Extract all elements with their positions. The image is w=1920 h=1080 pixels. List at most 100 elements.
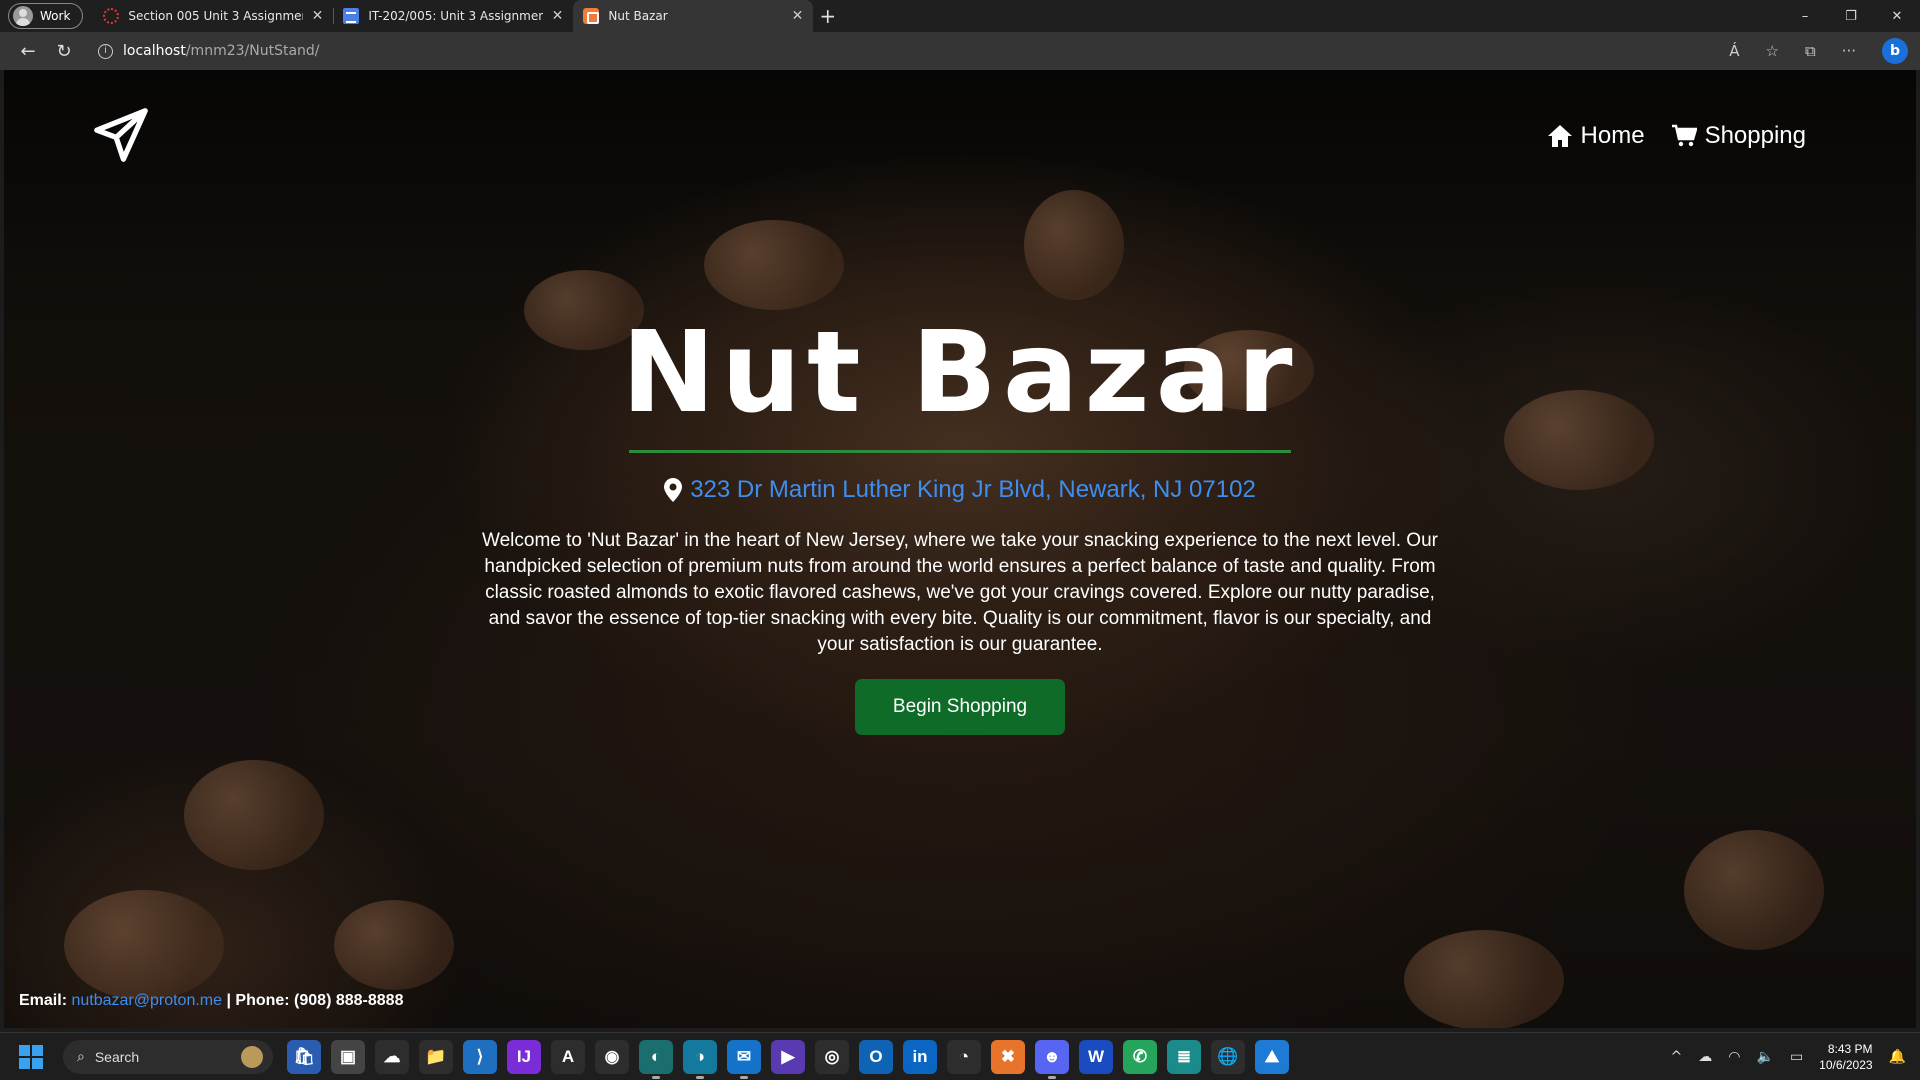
address-link[interactable]: 323 Dr Martin Luther King Jr Blvd, Newar… <box>664 476 1256 504</box>
top-nav: Home Shopping <box>1547 122 1806 150</box>
taskbar-search[interactable]: ⌕ Search <box>63 1039 273 1074</box>
nav-shopping-label: Shopping <box>1704 122 1806 149</box>
more-menu-icon[interactable]: ··· <box>1842 42 1856 60</box>
volume-icon[interactable]: 🔈 <box>1757 1049 1774 1065</box>
avatar-icon <box>13 6 33 26</box>
edge-beta-icon[interactable]: ◐ <box>639 1039 673 1079</box>
weather-icon[interactable]: ☁ <box>375 1039 409 1074</box>
edge-icon[interactable]: ◑ <box>683 1039 717 1079</box>
tab-title: IT-202/005: Unit 3 Assignment: N <box>368 9 543 23</box>
tab-it-202[interactable]: IT-202/005: Unit 3 Assignment: N ✕ <box>333 0 573 32</box>
github-icon[interactable]: ◔ <box>947 1039 981 1074</box>
background-nut <box>704 220 844 310</box>
clock-time: 8:43 PM <box>1827 1041 1873 1056</box>
begin-shopping-button[interactable]: Begin Shopping <box>855 679 1065 735</box>
minimize-button[interactable]: – <box>1782 9 1828 24</box>
favorite-star-icon[interactable]: ☆ <box>1766 42 1779 60</box>
tab-title: Section 005 Unit 3 Assignment <box>128 9 303 23</box>
nav-home-label: Home <box>1580 122 1645 149</box>
notification-bell-icon[interactable]: 🔔 <box>1889 1049 1906 1065</box>
background-nut <box>184 760 324 870</box>
profile-label: Work <box>40 9 71 23</box>
toolbar-actions: Á ☆ ⧉ ··· b <box>1729 38 1920 64</box>
chrome-dev-icon[interactable]: ◉ <box>595 1039 629 1074</box>
home-icon <box>1547 125 1572 147</box>
webstorm-icon[interactable]: W <box>1079 1039 1113 1074</box>
new-tab-button[interactable]: + <box>819 4 836 28</box>
contact-footer: Email: nutbazar@proton.me | Phone: (908)… <box>19 992 403 1010</box>
site-info-icon[interactable]: i <box>98 43 113 59</box>
close-window-button[interactable]: ✕ <box>1874 9 1920 24</box>
read-aloud-icon[interactable]: Á <box>1729 42 1739 60</box>
email-label: Email: <box>19 992 68 1009</box>
url-field[interactable]: i localhost/mnm23/NutStand/ <box>98 43 320 59</box>
start-button[interactable] <box>19 1044 43 1069</box>
photos-icon[interactable]: ⛰ <box>1255 1039 1289 1074</box>
tray-overflow-icon[interactable]: ^ <box>1671 1049 1683 1065</box>
search-icon: ⌕ <box>77 1048 85 1064</box>
notepad-icon[interactable]: ≣ <box>1167 1039 1201 1074</box>
file-explorer-icon[interactable]: 📁 <box>419 1039 453 1074</box>
jetbrains-icon[interactable]: IJ <box>507 1039 541 1074</box>
background-nut <box>64 890 224 1000</box>
docs-icon <box>343 8 360 24</box>
search-label: Search <box>94 1048 140 1065</box>
paper-plane-logo-icon[interactable] <box>92 106 150 164</box>
browser-tab-bar: Work Section 005 Unit 3 Assignment ✕ IT-… <box>0 0 1920 32</box>
red-spinner-icon <box>103 8 120 24</box>
outlook-icon[interactable]: O <box>859 1039 893 1074</box>
xampp-icon[interactable]: ✖ <box>991 1039 1025 1074</box>
system-tray: ^ ☁ ◠ 🔈 ▭ 8:43 PM 10/6/2023 🔔 <box>1671 1041 1920 1073</box>
window-controls: – ❐ ✕ <box>1782 9 1920 24</box>
address-bar: ← ↻ i localhost/mnm23/NutStand/ Á ☆ ⧉ ·… <box>0 32 1920 70</box>
close-tab-icon[interactable]: ✕ <box>552 8 564 24</box>
background-nut <box>334 900 454 990</box>
linkedin-icon[interactable]: in <box>903 1039 937 1074</box>
onedrive-icon[interactable]: ☁ <box>1698 1049 1712 1065</box>
copilot-icon[interactable]: b <box>1882 38 1908 64</box>
title-divider <box>629 450 1291 453</box>
search-highlight-icon <box>241 1045 263 1068</box>
site-title: Nut Bazar <box>621 308 1299 438</box>
media-icon[interactable]: ▶ <box>771 1039 805 1074</box>
clock[interactable]: 8:43 PM 10/6/2023 <box>1819 1041 1872 1073</box>
wifi-icon[interactable]: ◠ <box>1728 1049 1740 1065</box>
web-page: Home Shopping Nut Bazar 323 Dr Martin Lu… <box>4 70 1916 1028</box>
globe-icon[interactable]: 🌐 <box>1211 1039 1245 1074</box>
extensions-icon[interactable]: ⧉ <box>1805 42 1816 60</box>
whatsapp-icon[interactable]: ✆ <box>1123 1039 1157 1074</box>
back-arrow-icon[interactable]: ← <box>10 41 46 62</box>
nav-home-link[interactable]: Home <box>1547 122 1645 150</box>
discord-icon[interactable]: ☻ <box>1035 1039 1069 1079</box>
refresh-icon[interactable]: ↻ <box>46 41 82 62</box>
tab-nut-bazar[interactable]: Nut Bazar ✕ <box>573 0 814 32</box>
shopping-cart-icon <box>1671 124 1697 147</box>
background-nut <box>1024 190 1124 300</box>
welcome-paragraph: Welcome to 'Nut Bazar' in the heart of N… <box>482 530 1438 655</box>
url-path: /mnm23/NutStand/ <box>185 43 320 59</box>
email-link[interactable]: nutbazar@proton.me <box>71 992 222 1009</box>
tab-section-005[interactable]: Section 005 Unit 3 Assignment ✕ <box>93 0 333 32</box>
close-tab-icon[interactable]: ✕ <box>792 8 804 24</box>
pinned-apps: 🛍 ▣ ☁ 📁 ⟩ IJ A ◉ ◐ ◑ ✉ ▶ ◎ Oin ◔ ✖ ☻ W ✆ ≣ 🌐 ⛰ <box>287 1039 1289 1079</box>
windows-taskbar: ⌕ Search 🛍 ▣ ☁ 📁 ⟩ IJ A ◉ ◐ ◑ ✉ ▶ ◎ Oin ◔ ✖ ☻ W ✆ ≣ 🌐 ⛰ ^ ☁ ◠… <box>0 1032 1920 1080</box>
chrome-icon[interactable]: ◎ <box>815 1039 849 1074</box>
mail-icon[interactable]: ✉ <box>727 1039 761 1079</box>
nav-shopping-link[interactable]: Shopping <box>1671 122 1806 150</box>
battery-icon[interactable]: ▭ <box>1790 1049 1803 1065</box>
profile-button[interactable]: Work <box>8 3 84 29</box>
address-text: 323 Dr Martin Luther King Jr Blvd, Newar… <box>690 476 1256 503</box>
url-host: localhost <box>123 43 186 59</box>
app-a-icon[interactable]: A <box>551 1039 585 1074</box>
background-nut <box>1684 830 1824 950</box>
close-tab-icon[interactable]: ✕ <box>312 8 324 24</box>
task-view-icon[interactable]: ▣ <box>331 1039 365 1074</box>
background-nut <box>1404 930 1564 1028</box>
map-pin-icon <box>664 478 683 502</box>
site-icon <box>583 8 600 24</box>
phone-text: | Phone: (908) 888-8888 <box>226 992 404 1009</box>
store-pre-icon[interactable]: 🛍 <box>287 1039 321 1074</box>
vscode-icon[interactable]: ⟩ <box>463 1039 497 1074</box>
restore-button[interactable]: ❐ <box>1828 9 1874 24</box>
tab-title: Nut Bazar <box>608 9 668 23</box>
